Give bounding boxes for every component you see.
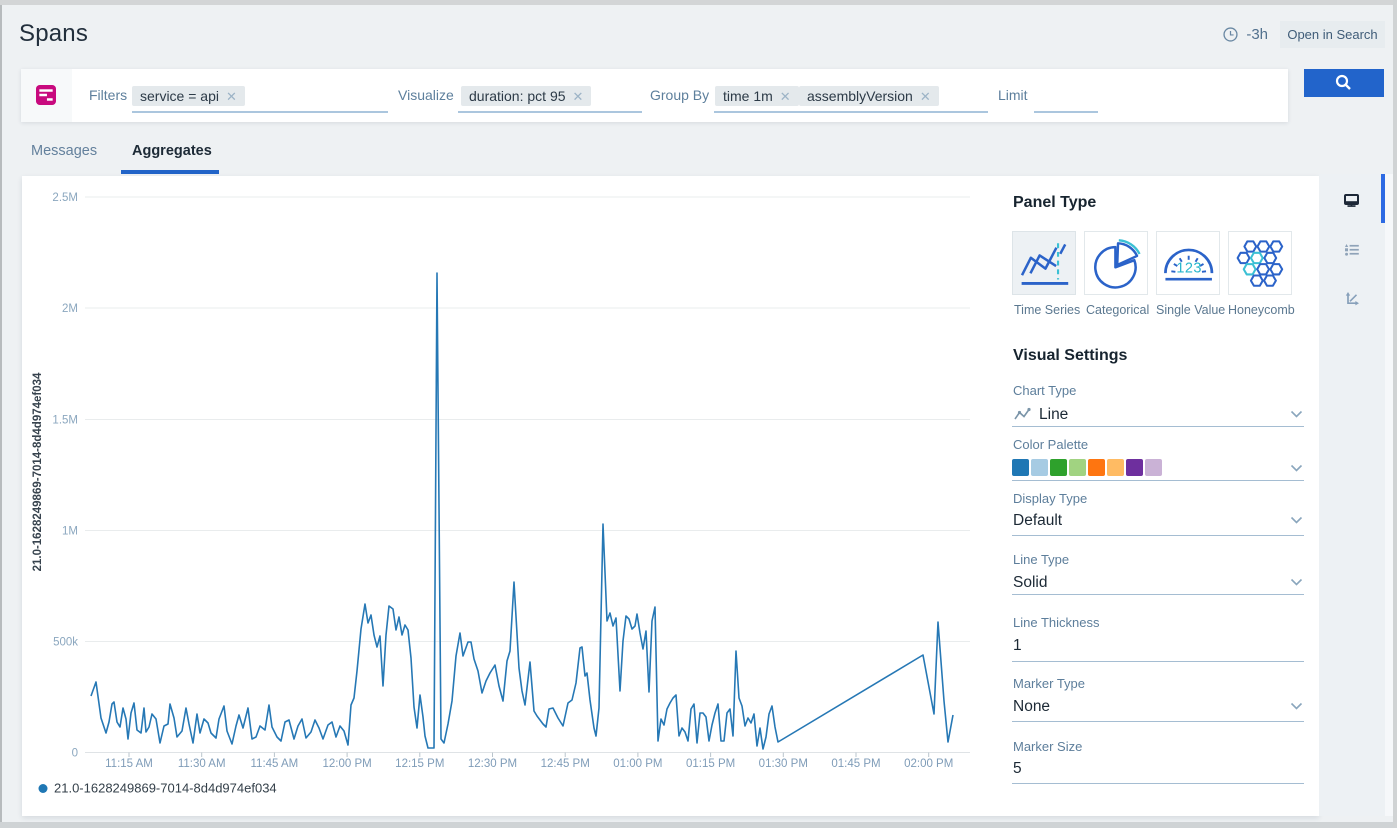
svg-text:12:15 PM: 12:15 PM (395, 758, 444, 770)
svg-text:1.5M: 1.5M (52, 415, 78, 427)
svg-text:01:45 PM: 01:45 PM (831, 758, 880, 770)
svg-text:11:45 AM: 11:45 AM (251, 758, 299, 770)
svg-text:01:30 PM: 01:30 PM (759, 758, 808, 770)
svg-text:0: 0 (72, 748, 78, 760)
svg-text:21.0-1628249869-7014-8d4d974ef: 21.0-1628249869-7014-8d4d974ef034 (54, 781, 277, 796)
svg-text:02:00 PM: 02:00 PM (904, 758, 953, 770)
svg-text:1M: 1M (62, 526, 78, 538)
svg-text:500k: 500k (53, 637, 78, 649)
svg-text:12:00 PM: 12:00 PM (322, 758, 371, 770)
svg-text:123: 123 (1176, 261, 1202, 277)
svg-text:2.5M: 2.5M (52, 192, 78, 204)
svg-text:21.0-1628249869-7014-8d4d974ef: 21.0-1628249869-7014-8d4d974ef034 (32, 372, 44, 571)
svg-text:12:45 PM: 12:45 PM (541, 758, 590, 770)
svg-text:01:00 PM: 01:00 PM (613, 758, 662, 770)
svg-text:11:30 AM: 11:30 AM (178, 758, 226, 770)
svg-text:11:15 AM: 11:15 AM (105, 758, 153, 770)
svg-text:2M: 2M (62, 303, 78, 315)
svg-text:12:30 PM: 12:30 PM (468, 758, 517, 770)
svg-text:01:15 PM: 01:15 PM (686, 758, 735, 770)
